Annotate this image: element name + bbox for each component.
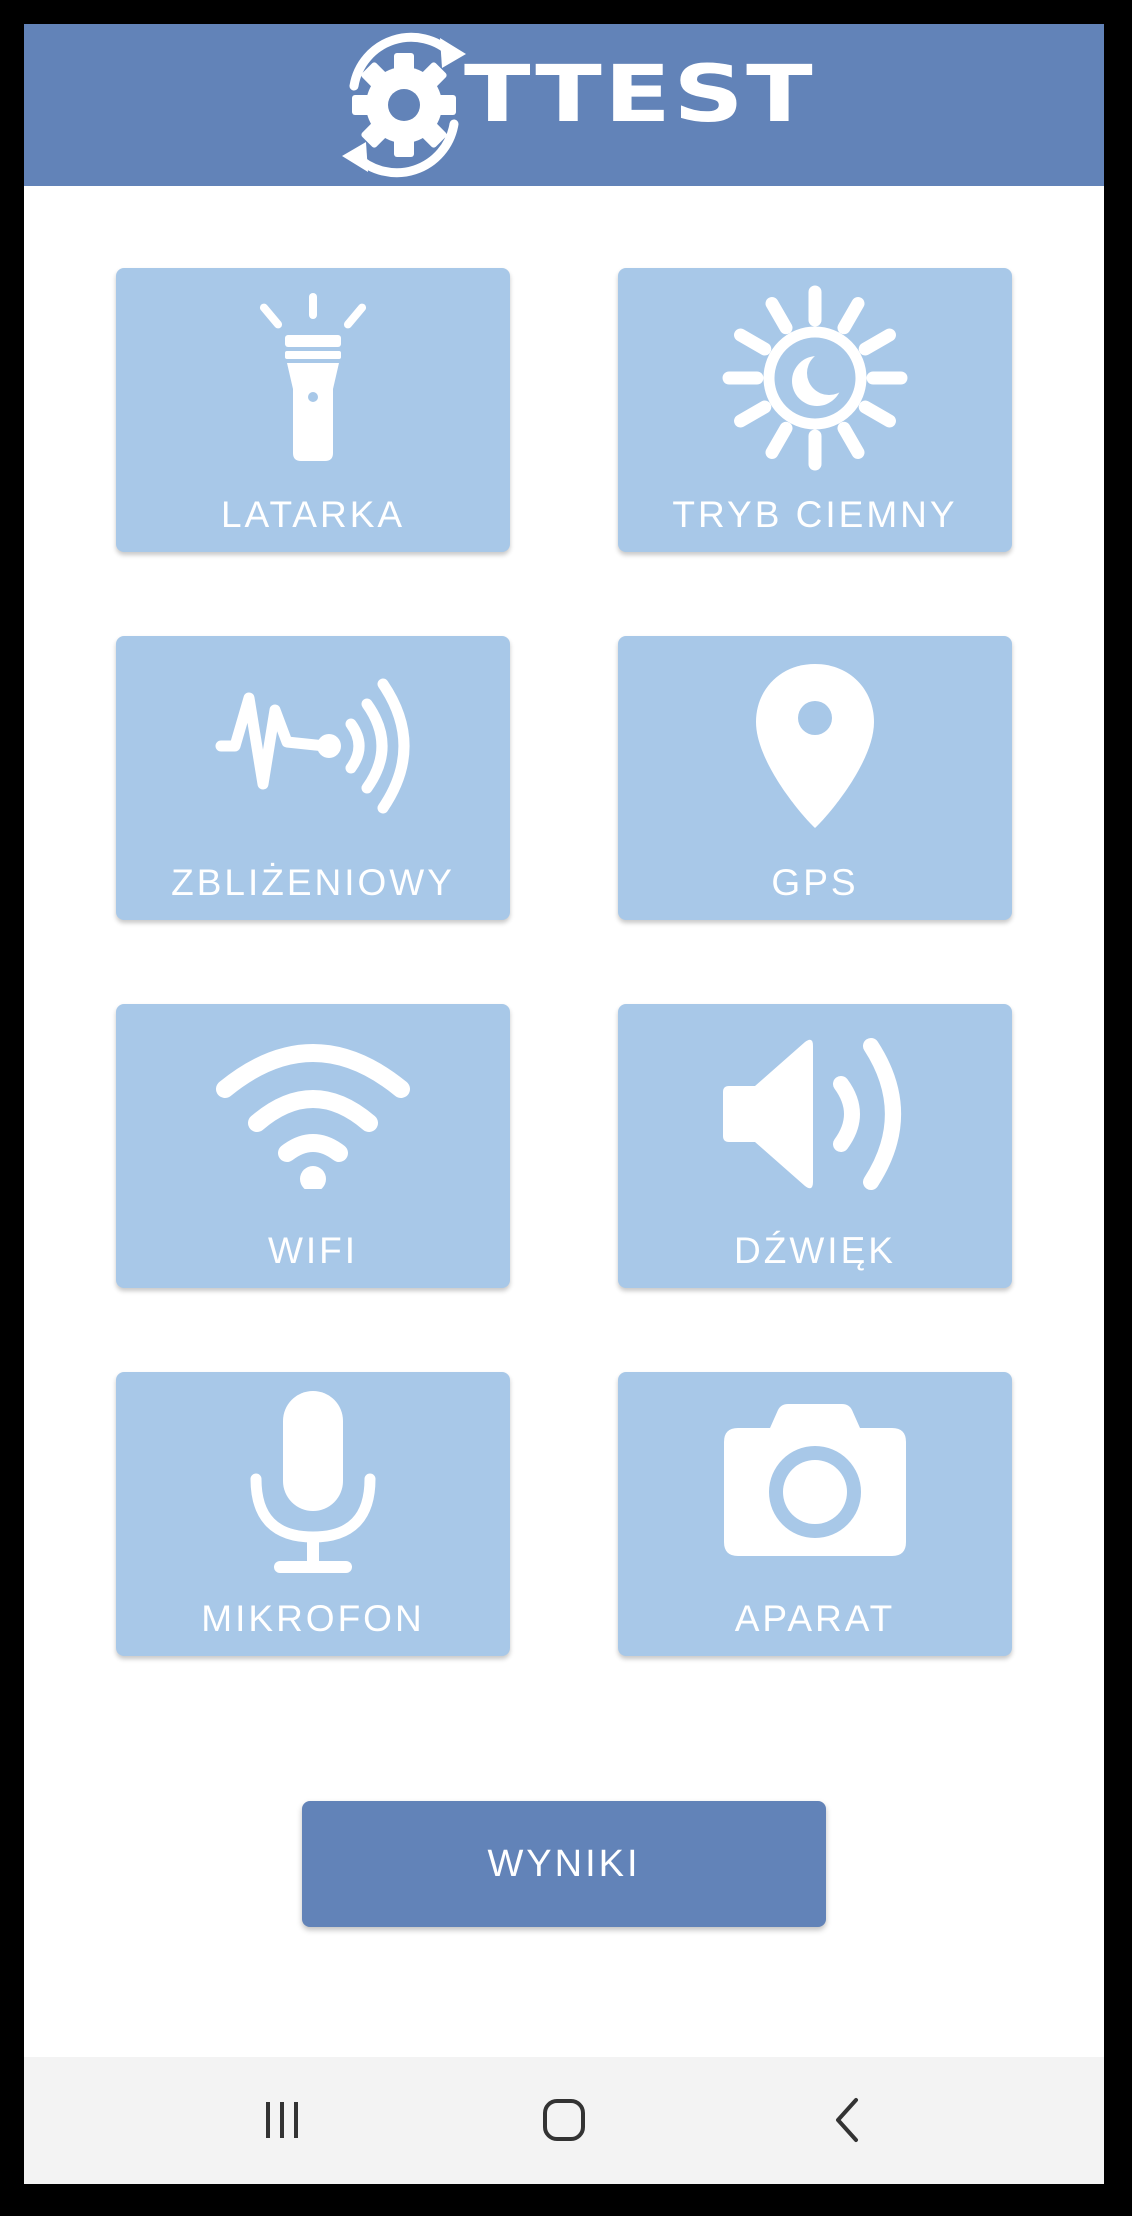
camera-icon [724,1404,906,1556]
tile-gps-label: GPS [771,862,859,903]
back-icon [836,2098,858,2142]
tile-wifi-label: WIFI [267,1230,359,1271]
home-icon [543,2099,585,2141]
tile-flashlight[interactable]: LATARKA [116,268,510,552]
logo-text: TTEST [464,50,816,140]
app-logo: TTEST [324,24,813,186]
location-pin-icon [756,664,874,828]
dark-mode-sun-moon-icon [722,285,908,471]
wifi-icon [216,1044,410,1189]
tile-microphone[interactable]: MIKROFON [116,1372,510,1656]
tile-dark-mode[interactable]: TRYB CIEMNY [618,268,1012,552]
microphone-icon [250,1391,376,1573]
tile-wifi[interactable]: WIFI [116,1004,510,1288]
tile-camera[interactable]: APARAT [618,1372,1012,1656]
app-screen: TTEST LATARKA TRYB CIEMNY ZBLIŻENIOWY GP… [24,24,1104,2184]
tile-flashlight-label: LATARKA [220,494,406,535]
device-frame: TTEST LATARKA TRYB CIEMNY ZBLIŻENIOWY GP… [0,0,1132,2216]
tile-proximity-label: ZBLIŻENIOWY [171,862,455,903]
back-button[interactable] [808,2080,888,2160]
proximity-sensor-icon [215,678,410,814]
tile-gps[interactable]: GPS [618,636,1012,920]
recent-apps-icon [266,2102,298,2138]
tile-proximity[interactable]: ZBLIŻENIOWY [116,636,510,920]
flashlight-icon [259,293,367,461]
recent-apps-button[interactable] [242,2080,322,2160]
results-button[interactable]: WYNIKI [302,1801,826,1927]
gear-refresh-logo-icon [342,32,466,178]
speaker-icon [723,1038,901,1190]
tile-dark-mode-label: TRYB CIEMNY [672,494,958,535]
tile-camera-label: APARAT [734,1598,896,1639]
tile-sound[interactable]: DŹWIĘK [618,1004,1012,1288]
system-nav-bar [24,2057,1104,2184]
home-button[interactable] [524,2080,604,2160]
tile-sound-label: DŹWIĘK [734,1230,896,1271]
app-header: TTEST [24,24,1104,186]
tile-microphone-label: MIKROFON [201,1598,425,1639]
